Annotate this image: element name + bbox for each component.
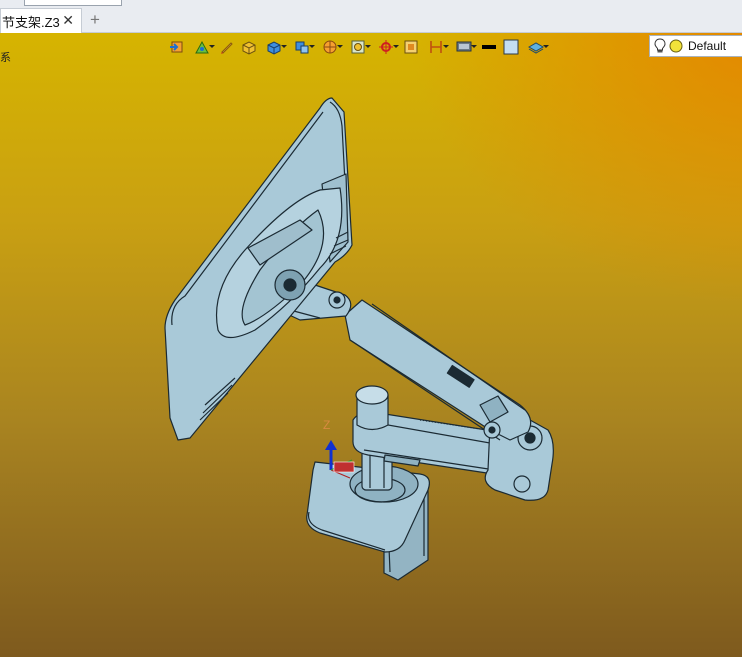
document-tab-bar: 节支架.Z3 ✕ + — [0, 6, 742, 33]
triad-z-label: Z — [323, 418, 330, 432]
new-tab-button[interactable]: + — [90, 10, 100, 30]
monitor-shell — [164, 97, 353, 441]
3d-viewport[interactable]: 系 Default Z — [0, 33, 742, 657]
monitor-arm-model[interactable]: Z — [0, 33, 742, 657]
document-tab[interactable]: 节支架.Z3 ✕ — [0, 8, 82, 33]
document-tab-label: 节支架.Z3 — [2, 14, 60, 30]
tab-close-icon[interactable]: ✕ — [62, 12, 74, 29]
top-pivot-cap — [355, 385, 389, 431]
